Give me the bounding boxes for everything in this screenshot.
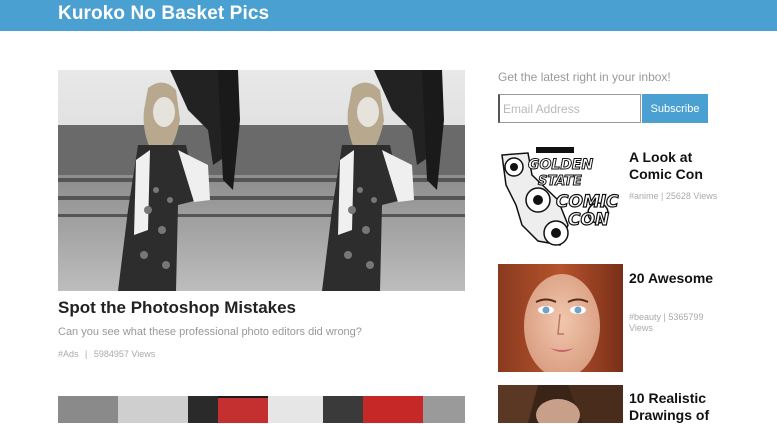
sidebar-item-meta: #anime | 25628 Views: [629, 191, 719, 202]
photo-right: [262, 70, 465, 291]
article-title[interactable]: Spot the Photoshop Mistakes: [58, 298, 296, 318]
article-tag[interactable]: #Ads: [58, 349, 79, 359]
sidebar-item-title[interactable]: 20 Awesome: [629, 270, 719, 287]
site-header: Kuroko No Basket Pics: [0, 0, 777, 31]
article-description: Can you see what these professional phot…: [58, 326, 362, 338]
drawings-thumbnail[interactable]: [498, 385, 623, 423]
sidebar-item-views: 25628 Views: [665, 191, 718, 201]
meta-separator: |: [663, 312, 666, 322]
photo-left: [58, 70, 262, 291]
article-meta: #Ads | 5984957 Views: [58, 349, 159, 359]
sidebar-item-title[interactable]: 10 Realistic Drawings of: [629, 390, 719, 424]
email-field[interactable]: [498, 94, 641, 123]
article-hero-image[interactable]: [58, 70, 465, 291]
comic-con-logo-golden: GOLDEN: [528, 157, 593, 173]
sidebar-item-tag[interactable]: #anime: [629, 191, 659, 201]
article-views: 5984957 Views: [93, 349, 156, 359]
comic-con-thumbnail[interactable]: GOLDEN STATE COMIC CON: [498, 145, 623, 249]
meta-separator: |: [661, 191, 664, 201]
comic-con-logo-state: STATE: [538, 174, 582, 189]
subscribe-button[interactable]: Subscribe: [642, 94, 708, 123]
sidebar-item-tag[interactable]: #beauty: [629, 312, 661, 322]
sidebar-item-meta: #beauty | 5365799 Views: [629, 312, 719, 334]
sidebar-item-title[interactable]: A Look at Comic Con: [629, 149, 719, 183]
meta-separator: |: [85, 349, 88, 359]
beauty-thumbnail[interactable]: [498, 264, 623, 372]
newsletter-label: Get the latest right in your inbox!: [498, 70, 671, 84]
comic-con-logo-comic: COMIC: [556, 192, 619, 212]
comic-con-logo-con: CON: [568, 210, 609, 230]
second-article-image[interactable]: [58, 396, 465, 423]
site-title-link[interactable]: Kuroko No Basket Pics: [58, 3, 269, 25]
